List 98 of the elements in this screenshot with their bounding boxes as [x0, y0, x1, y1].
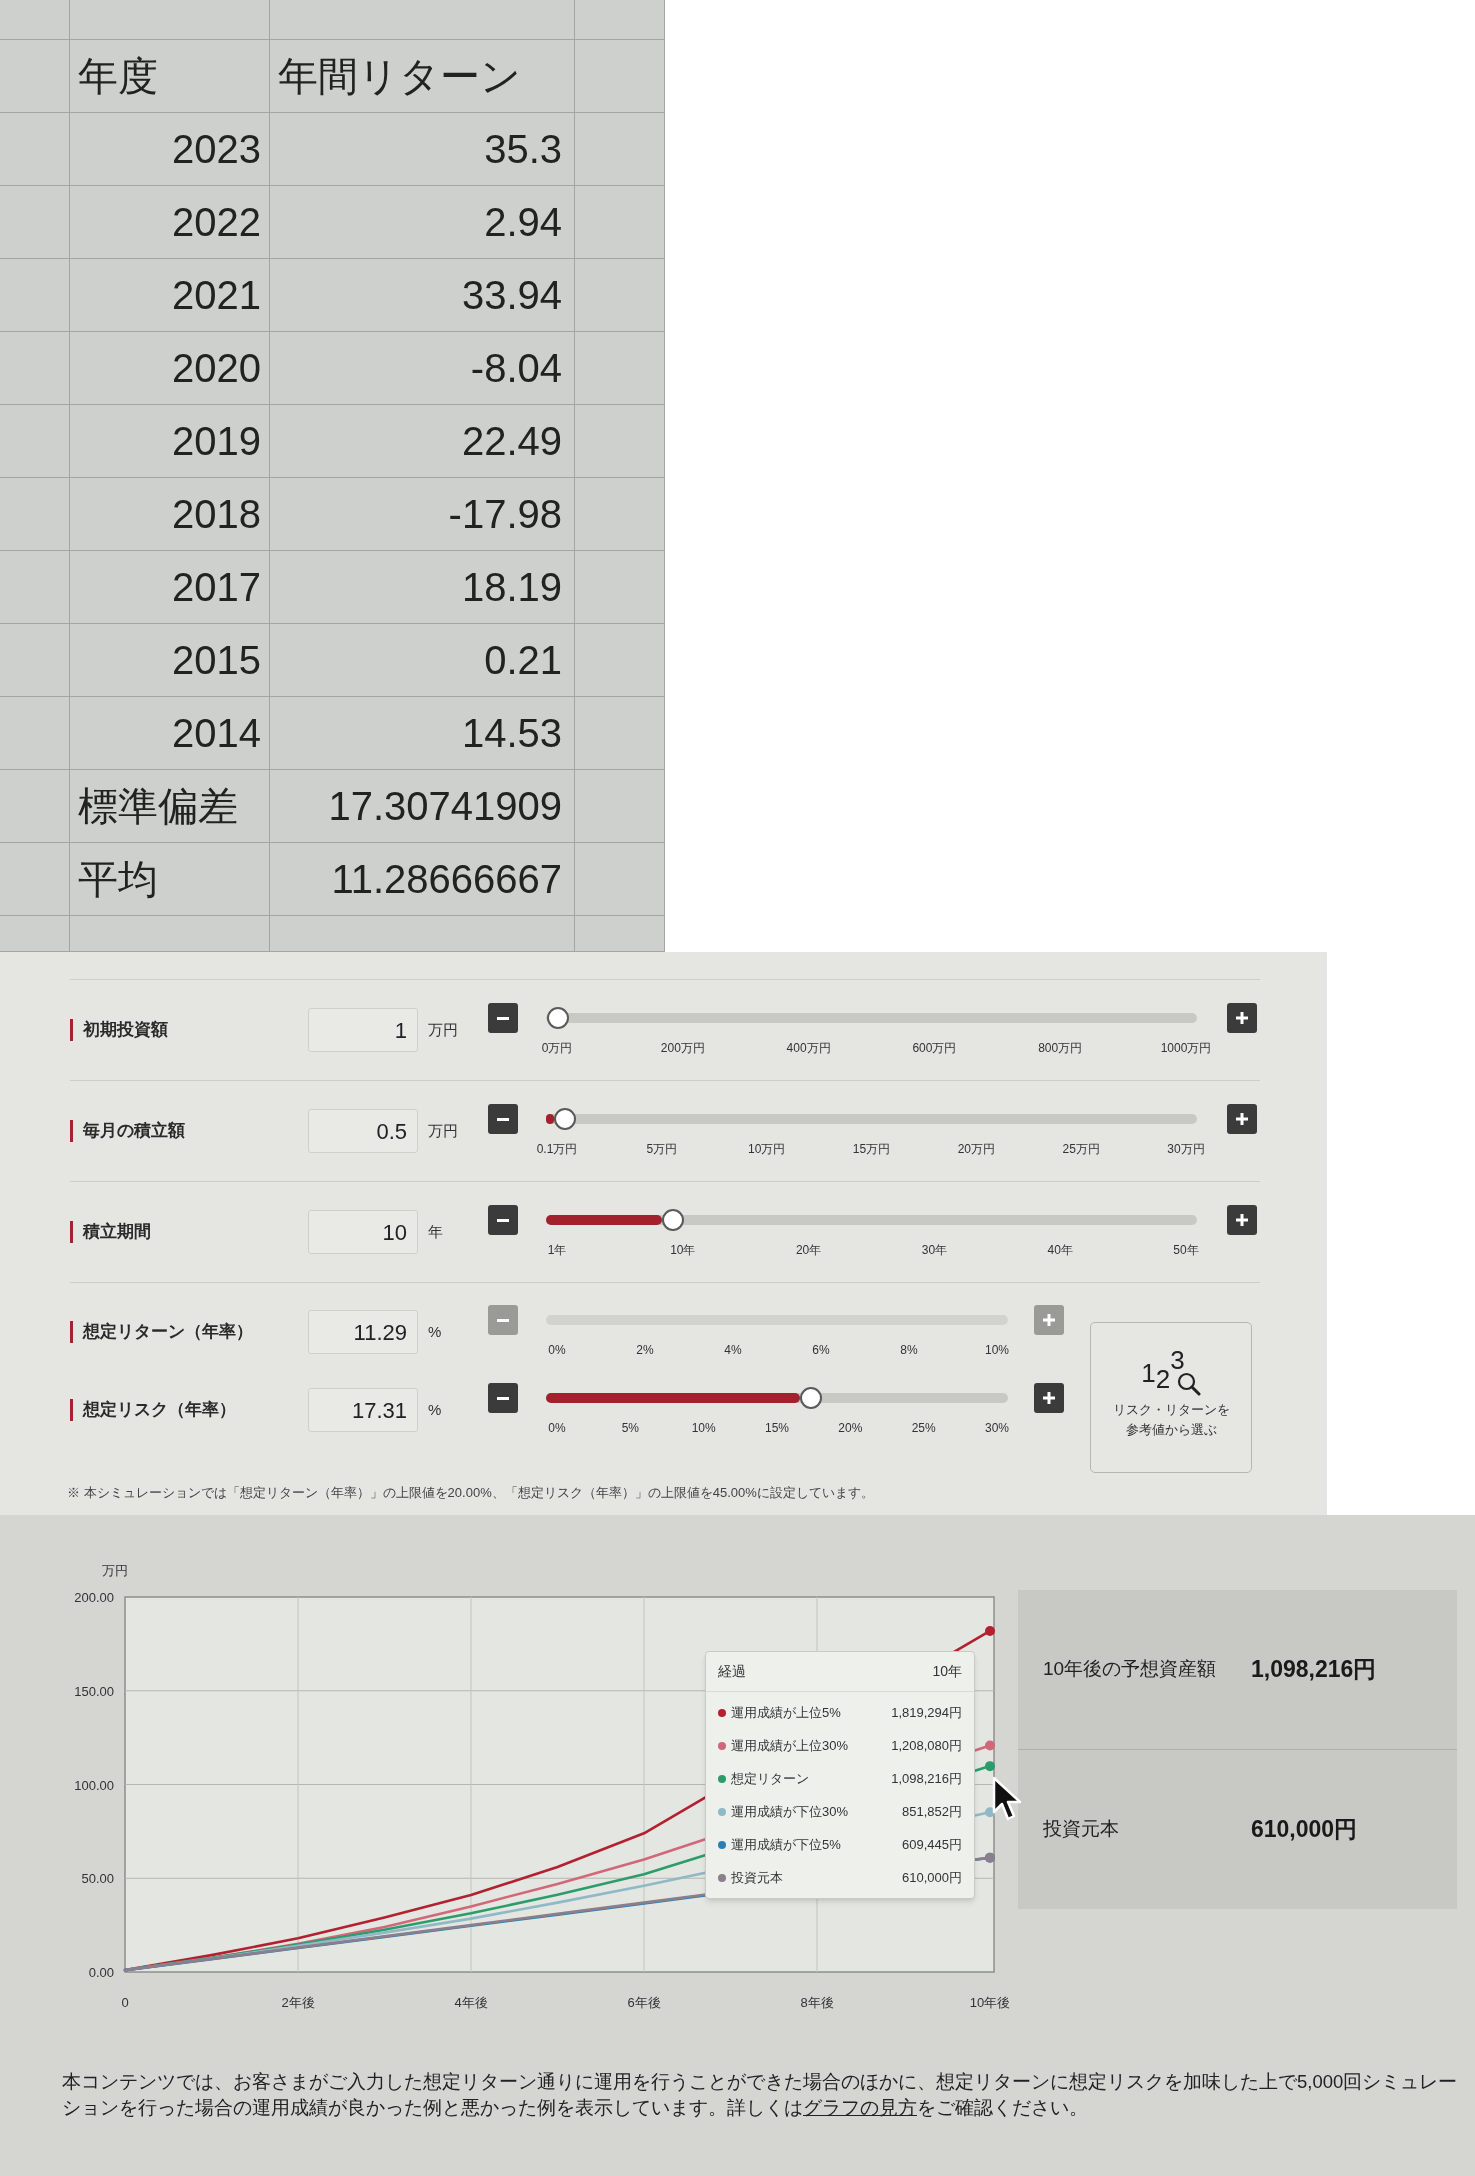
tick-label: 800万円 [1038, 1040, 1083, 1057]
tooltip-series-label: 想定リターン [731, 1769, 809, 1788]
x-axis-tick-label: 2年後 [281, 1995, 315, 2010]
y-axis-tick-label: 100.00 [74, 1777, 114, 1793]
field-label: 積立期間 [70, 1221, 151, 1243]
disclaimer-text: 本コンテンツでは、お客さまがご入力した想定リターン通りに運用を行うことができた場合のほかに、想定リターンに想定リスクを加味した上で5,000回シミュレーションを行った場合の運用成績が良かった例と悪かった例を表示しています。詳しくはグラフの見方をご確認ください。 [62, 2070, 1459, 2120]
tick-label: 4% [724, 1342, 742, 1359]
y-axis-tick-label: 200.00 [74, 1590, 114, 1605]
y-axis-unit: 万円 [102, 1563, 128, 1578]
table-cell: -17.98 [270, 478, 575, 551]
table-cell: 2021 [70, 259, 270, 332]
tick-label: 1年 [547, 1242, 567, 1259]
tick-label: 6% [812, 1342, 830, 1359]
field-label: 初期投資額 [70, 1019, 168, 1041]
table-cell: 0.21 [270, 624, 575, 697]
tick-label: 50年 [1173, 1242, 1199, 1259]
table-cell: 標準偏差 [70, 770, 270, 843]
table-cell: 2019 [70, 405, 270, 478]
unit-label: 万円 [428, 1021, 458, 1038]
column-header: 年度 [70, 40, 270, 113]
table-cell: 35.3 [270, 113, 575, 186]
tick-label: 600万円 [912, 1040, 957, 1057]
tick-label: 10% [691, 1420, 716, 1437]
tooltip-header-label: 経過 [718, 1662, 746, 1681]
tooltip-series-label: 運用成績が上位30% [731, 1736, 849, 1755]
tick-label: 400万円 [786, 1040, 831, 1057]
summary-value: 610,000円 [1251, 1815, 1358, 1845]
tick-label: 5% [621, 1420, 639, 1437]
tooltip-series-value: 1,819,294円 [891, 1703, 962, 1722]
footnote-text: ※ 本シミュレーションでは「想定リターン（年率）」の上限値を20.00%、「想定リスク（年率）」の上限値を45.00%に設定しています。 [67, 1484, 875, 1502]
table-cell: 平均 [70, 843, 270, 916]
tick-label: 15% [765, 1420, 789, 1437]
table-cell: -8.04 [270, 332, 575, 405]
x-axis-tick-label: 10年後 [969, 1995, 1011, 2010]
tick-label: 0% [548, 1342, 566, 1359]
unit-label: 年 [428, 1223, 443, 1240]
tooltip-series-label: 運用成績が下位5% [731, 1835, 841, 1854]
tooltip-series-value: 1,098,216円 [891, 1769, 962, 1788]
table-cell: 11.28666667 [270, 843, 575, 916]
x-axis-tick-label: 6年後 [627, 1995, 661, 2010]
unit-label: 万円 [428, 1122, 458, 1139]
tooltip-series-label: 運用成績が下位30% [731, 1802, 849, 1821]
tooltip-series-value: 609,445円 [902, 1835, 962, 1854]
tick-label: 30万円 [1167, 1141, 1205, 1158]
tick-label: 0% [548, 1420, 566, 1437]
table-cell: 33.94 [270, 259, 575, 332]
x-axis-tick-label: 4年後 [454, 1995, 488, 2010]
tick-label: 10年 [670, 1242, 696, 1259]
table-cell: 22.49 [270, 405, 575, 478]
tooltip-header-value: 10年 [932, 1662, 962, 1681]
tick-label: 15万円 [852, 1141, 891, 1158]
unit-label: % [428, 1401, 442, 1418]
summary-label: 10年後の予想資産額 [1043, 1658, 1217, 1680]
field-label: 想定リターン（年率） [70, 1321, 253, 1343]
table-cell: 2.94 [270, 186, 575, 259]
table-cell: 2020 [70, 332, 270, 405]
tick-label: 8% [900, 1342, 918, 1359]
tick-label: 30% [984, 1420, 1009, 1437]
tooltip-series-value: 1,208,080円 [891, 1736, 962, 1755]
table-cell: 2017 [70, 551, 270, 624]
table-cell: 2022 [70, 186, 270, 259]
table-cell: 14.53 [270, 697, 575, 770]
y-axis-tick-label: 0.00 [88, 1965, 114, 1980]
tick-label: 20万円 [957, 1141, 995, 1158]
tick-label: 40年 [1047, 1242, 1073, 1259]
tick-label: 25% [911, 1420, 936, 1437]
table-cell: 17.30741909 [270, 770, 575, 843]
column-header: 年間リターン [270, 40, 575, 113]
tick-label: 10% [985, 1342, 1009, 1359]
y-axis-tick-label: 50.00 [81, 1871, 114, 1887]
unit-label: % [428, 1323, 442, 1340]
tick-label: 1000万円 [1160, 1040, 1212, 1057]
tick-label: 20% [838, 1420, 863, 1437]
tick-label: 0.1万円 [536, 1141, 578, 1158]
tick-label: 20年 [795, 1242, 822, 1259]
y-axis-tick-label: 150.00 [74, 1683, 114, 1699]
tick-label: 10万円 [748, 1141, 786, 1158]
tick-label: 200万円 [660, 1040, 705, 1057]
tick-label: 5万円 [646, 1141, 678, 1158]
x-axis-tick-label: 8年後 [800, 1995, 834, 2010]
tick-label: 25万円 [1062, 1141, 1100, 1158]
table-cell: 2023 [70, 113, 270, 186]
table-cell: 2014 [70, 697, 270, 770]
tooltip-series-value: 851,852円 [902, 1802, 962, 1821]
tick-label: 2% [636, 1342, 654, 1359]
tooltip-series-label: 投資元本 [731, 1868, 783, 1887]
field-label: 毎月の積立額 [70, 1120, 185, 1142]
summary-value: 1,098,216円 [1251, 1655, 1377, 1685]
table-cell: 2015 [70, 624, 270, 697]
tick-label: 0万円 [541, 1040, 573, 1057]
table-cell: 2018 [70, 478, 270, 551]
tick-label: 30年 [921, 1242, 948, 1259]
summary-label: 投資元本 [1043, 1818, 1119, 1840]
table-cell: 18.19 [270, 551, 575, 624]
x-axis-tick-label: 0 [121, 1995, 129, 2010]
field-label: 想定リスク（年率） [70, 1399, 236, 1421]
tooltip-series-label: 運用成績が上位5% [731, 1703, 841, 1722]
tooltip-series-value: 610,000円 [902, 1868, 962, 1887]
